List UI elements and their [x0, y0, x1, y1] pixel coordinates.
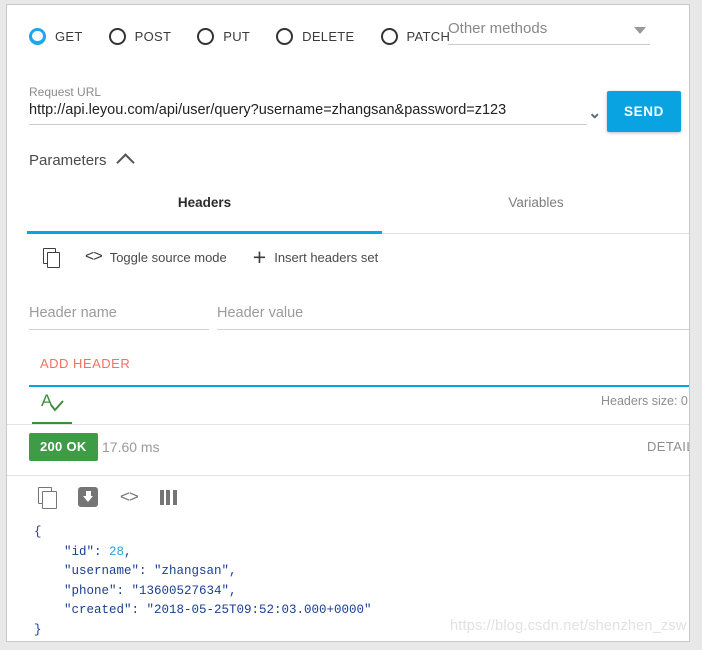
response-details-link[interactable]: DETAIL: [647, 439, 689, 454]
header-name-field[interactable]: Header name: [29, 305, 209, 330]
svg-text:A: A: [41, 391, 53, 410]
json-line: "username": "zhangsan",: [34, 564, 237, 578]
parameters-label: Parameters: [29, 152, 107, 169]
insert-headers-set-label: Insert headers set: [274, 249, 379, 265]
headers-size-label: Headers size: 0: [601, 394, 688, 408]
parameters-toggle[interactable]: Parameters: [29, 152, 135, 172]
code-brackets-icon[interactable]: <>: [120, 487, 139, 507]
copy-icon[interactable]: [38, 486, 57, 509]
json-line: "phone": "13600527634",: [34, 583, 237, 598]
json-line: "created": "2018-05-25T09:52:03.000+0000…: [34, 603, 372, 617]
spellcheck-glyph: A: [41, 391, 64, 412]
radio-dot-icon: [380, 27, 398, 45]
watermark-text: https://blog.csdn.net/shenzhen_zsw: [450, 618, 687, 634]
card-inner: GET POST PUT DELETE PATCH Other methods …: [7, 5, 689, 641]
json-line: }: [34, 622, 42, 637]
spellcheck-icon[interactable]: A: [40, 391, 68, 417]
section-accent-rule: [29, 385, 689, 387]
radio-label: DELETE: [302, 28, 355, 44]
radio-label: PATCH: [406, 28, 451, 44]
active-tab-indicator: [27, 231, 382, 234]
other-methods-label: Other methods: [448, 20, 548, 37]
response-body: { "id": 28, "username": "zhangsan", "pho…: [34, 523, 372, 640]
input-underline: [29, 124, 587, 125]
radio-method-patch[interactable]: PATCH: [380, 27, 451, 45]
input-underline: [29, 329, 209, 330]
select-underline: [448, 44, 650, 45]
radio-label: PUT: [223, 28, 251, 44]
header-value-field[interactable]: Header value: [217, 305, 689, 330]
radio-method-delete[interactable]: DELETE: [276, 27, 355, 45]
response-divider: [7, 475, 689, 476]
status-badge: 200 OK: [29, 433, 98, 461]
request-url-input[interactable]: http://api.leyou.com/api/user/query?user…: [29, 102, 569, 124]
save-download-icon[interactable]: [78, 487, 98, 507]
radio-method-post[interactable]: POST: [108, 27, 172, 45]
response-toolbar: <>: [38, 484, 199, 510]
radio-dot-icon: [197, 27, 215, 45]
toggle-source-mode-label: Toggle source mode: [109, 249, 227, 265]
radio-label: POST: [134, 28, 172, 44]
json-line: "id": 28,: [34, 544, 132, 559]
chevron-down-icon: [634, 27, 646, 34]
add-header-button[interactable]: ADD HEADER: [40, 356, 130, 371]
radio-method-put[interactable]: PUT: [197, 27, 251, 45]
request-url-field[interactable]: http://api.leyou.com/api/user/query?user…: [29, 102, 601, 125]
radio-dot-icon: [276, 27, 294, 45]
section-divider: [7, 424, 689, 425]
columns-icon[interactable]: [159, 489, 177, 505]
radio-dot-icon: [29, 27, 46, 45]
request-client-card: GET POST PUT DELETE PATCH Other methods …: [6, 4, 690, 642]
toggle-source-mode-button[interactable]: <> Toggle source mode: [85, 248, 227, 266]
chevron-up-icon: [115, 153, 135, 172]
http-method-radio-group: GET POST PUT DELETE PATCH: [29, 19, 476, 53]
json-number-value: 28: [109, 544, 125, 559]
radio-method-get[interactable]: GET: [29, 27, 83, 45]
code-brackets-icon: <>: [85, 248, 103, 265]
request-url-label: Request URL: [29, 85, 102, 99]
input-underline: [217, 329, 689, 330]
headers-toolbar: <> Toggle source mode + Insert headers s…: [43, 244, 378, 270]
json-line: {: [34, 525, 42, 539]
radio-dot-icon: [108, 27, 126, 45]
header-value-placeholder: Header value: [217, 305, 304, 321]
header-name-placeholder: Header name: [29, 305, 117, 321]
insert-headers-set-button[interactable]: + Insert headers set: [252, 244, 379, 270]
radio-label: GET: [55, 28, 83, 44]
other-methods-select[interactable]: Other methods: [448, 20, 650, 45]
copy-icon: [43, 247, 60, 268]
chevron-down-icon[interactable]: ⌄: [588, 103, 601, 123]
plus-icon: +: [252, 244, 267, 270]
tab-headers[interactable]: Headers: [27, 195, 382, 210]
tab-variables[interactable]: Variables: [382, 195, 689, 210]
send-button[interactable]: SEND: [607, 91, 681, 132]
response-duration: 17.60 ms: [102, 439, 160, 455]
copy-headers-button[interactable]: [43, 247, 60, 268]
parameters-tabs: Headers Variables: [27, 195, 689, 237]
